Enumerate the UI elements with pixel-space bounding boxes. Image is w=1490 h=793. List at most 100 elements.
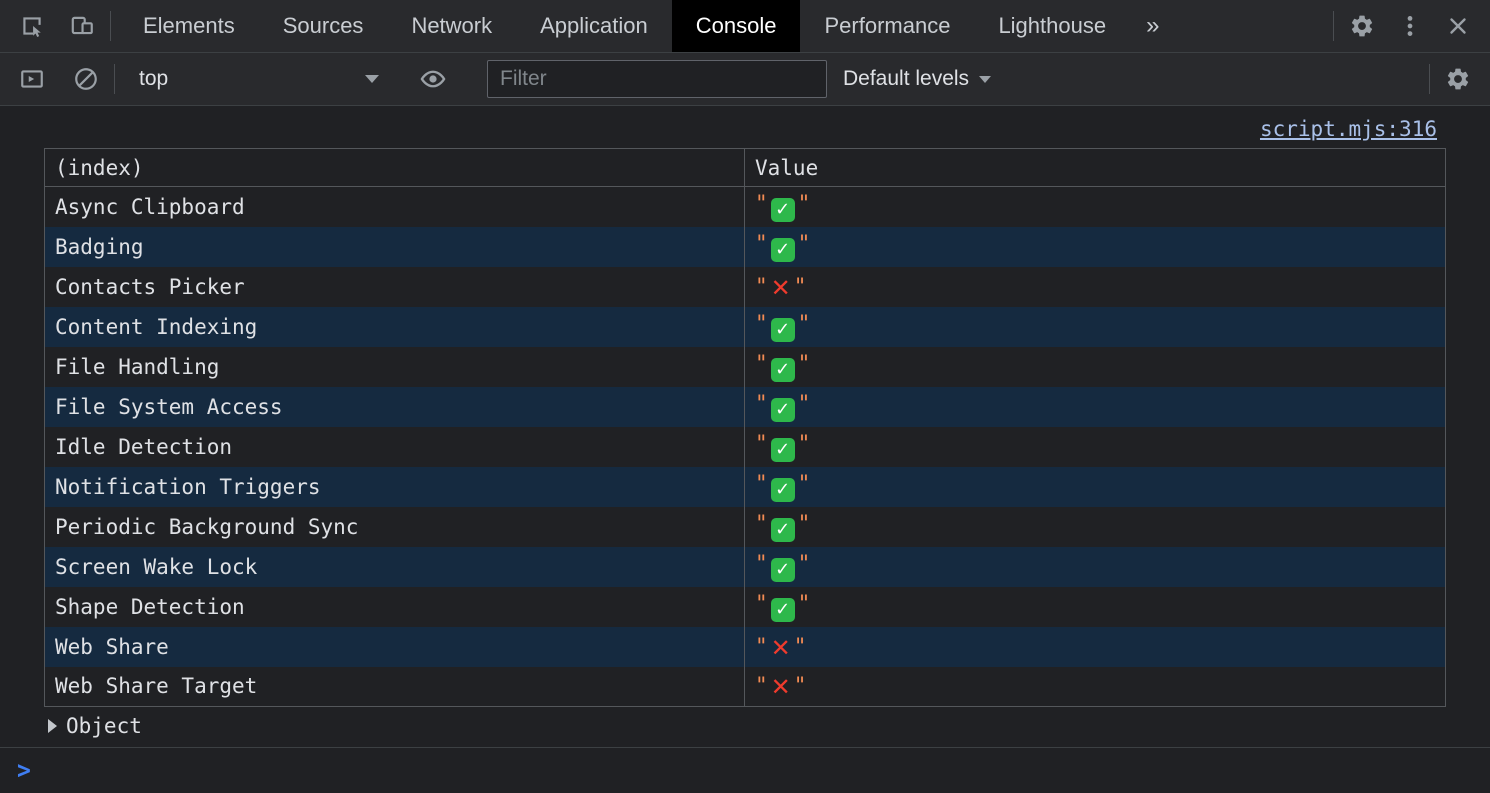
string-quote: " <box>798 551 811 575</box>
string-quote: " <box>755 431 768 455</box>
string-quote: " <box>755 351 768 375</box>
feature-value-cell: "✓" <box>745 387 1446 427</box>
string-quote: " <box>794 673 807 697</box>
feature-name-cell: Periodic Background Sync <box>45 507 745 547</box>
string-quote: " <box>798 391 811 415</box>
object-preview-row[interactable]: Object <box>0 707 1490 747</box>
feature-status-icon: ✓ <box>771 398 795 422</box>
feature-value-cell: "✓" <box>745 587 1446 627</box>
toolbar-divider <box>114 64 115 94</box>
gear-icon <box>1445 66 1471 92</box>
tab-sources[interactable]: Sources <box>259 0 388 52</box>
feature-name-cell: Contacts Picker <box>45 267 745 307</box>
string-quote: " <box>755 673 768 697</box>
feature-status-icon: ✓ <box>771 598 795 622</box>
string-quote: " <box>794 274 807 298</box>
inspect-element-button[interactable] <box>12 6 52 46</box>
string-quote: " <box>794 634 807 658</box>
table-row: Web Share Target "✕" <box>45 667 1446 707</box>
feature-value-cell: "✓" <box>745 507 1446 547</box>
clear-console-button[interactable] <box>66 59 106 99</box>
feature-status-icon: ✓ <box>771 558 795 582</box>
feature-value-cell: "✓" <box>745 467 1446 507</box>
table-row: Notification Triggers "✓" <box>45 467 1446 507</box>
feature-value-cell: "✓" <box>745 227 1446 267</box>
tab-console[interactable]: Console <box>672 0 801 52</box>
feature-name-cell: File Handling <box>45 347 745 387</box>
string-quote: " <box>798 311 811 335</box>
feature-value-cell: "✕" <box>745 627 1446 667</box>
string-quote: " <box>755 391 768 415</box>
expand-arrow-icon <box>48 719 57 733</box>
console-settings-button[interactable] <box>1438 59 1478 99</box>
console-toolbar: top Default levels <box>0 53 1490 106</box>
tab-elements[interactable]: Elements <box>119 0 259 52</box>
toolbar-divider <box>1429 64 1430 94</box>
execution-context-selector[interactable]: top <box>127 67 391 91</box>
index-column-header: (index) <box>45 149 745 187</box>
console-filter-input[interactable] <box>487 60 827 98</box>
table-header-row: (index) Value <box>45 149 1446 187</box>
feature-status-icon: ✓ <box>771 438 795 462</box>
string-quote: " <box>798 231 811 255</box>
console-table: (index) Value Async Clipboard "✓" Badgin… <box>44 148 1446 707</box>
table-row: File Handling "✓" <box>45 347 1446 387</box>
string-quote: " <box>755 634 768 658</box>
string-quote: " <box>755 591 768 615</box>
more-tabs-button[interactable]: » <box>1130 0 1175 52</box>
feature-value-cell: "✓" <box>745 187 1446 227</box>
source-file-link[interactable]: script.mjs:316 <box>1260 116 1437 142</box>
console-messages-area: script.mjs:316 (index) Value Async Clipb… <box>0 106 1490 790</box>
log-levels-label: Default levels <box>843 67 969 91</box>
string-quote: " <box>798 351 811 375</box>
chevron-down-icon <box>979 76 991 83</box>
feature-name-cell: Async Clipboard <box>45 187 745 227</box>
string-quote: " <box>798 191 811 215</box>
feature-name-cell: Content Indexing <box>45 307 745 347</box>
devtools-menu-button[interactable] <box>1390 6 1430 46</box>
feature-name-cell: Screen Wake Lock <box>45 547 745 587</box>
toolbar-divider <box>1333 11 1334 41</box>
value-column-header: Value <box>745 149 1446 187</box>
close-icon <box>1445 13 1471 39</box>
feature-table-body: Async Clipboard "✓" Badging "✓" Contacts… <box>45 187 1446 707</box>
feature-value-cell: "✕" <box>745 667 1446 707</box>
feature-value-cell: "✓" <box>745 547 1446 587</box>
feature-name-cell: File System Access <box>45 387 745 427</box>
table-row: Screen Wake Lock "✓" <box>45 547 1446 587</box>
devtools-window: { "devtools": { "tabs": ["Elements", "So… <box>0 0 1490 792</box>
eye-icon <box>419 65 447 93</box>
chevron-down-icon <box>365 75 379 83</box>
console-sidebar-toggle-button[interactable] <box>12 59 52 99</box>
feature-status-icon: ✓ <box>771 358 795 382</box>
string-quote: " <box>755 191 768 215</box>
live-expression-button[interactable] <box>413 59 453 99</box>
kebab-menu-icon <box>1397 13 1423 39</box>
feature-value-cell: "✓" <box>745 347 1446 387</box>
tab-network[interactable]: Network <box>387 0 516 52</box>
table-row: Content Indexing "✓" <box>45 307 1446 347</box>
console-sidebar-icon <box>19 66 45 92</box>
string-quote: " <box>755 311 768 335</box>
toolbar-divider <box>110 11 111 41</box>
table-row: Web Share "✕" <box>45 627 1446 667</box>
devtools-settings-button[interactable] <box>1342 6 1382 46</box>
devtools-tabbar: Elements Sources Network Application Con… <box>0 0 1490 53</box>
close-devtools-button[interactable] <box>1438 6 1478 46</box>
string-quote: " <box>755 471 768 495</box>
device-toolbar-button[interactable] <box>62 6 102 46</box>
table-row: File System Access "✓" <box>45 387 1446 427</box>
table-row: Idle Detection "✓" <box>45 427 1446 467</box>
console-prompt[interactable]: > <box>0 747 1490 793</box>
feature-name-cell: Web Share <box>45 627 745 667</box>
tab-lighthouse[interactable]: Lighthouse <box>974 0 1130 52</box>
log-levels-selector[interactable]: Default levels <box>843 67 991 91</box>
gear-icon <box>1349 13 1375 39</box>
object-preview-label: Object <box>66 714 142 738</box>
feature-value-cell: "✕" <box>745 267 1446 307</box>
feature-name-cell: Web Share Target <box>45 667 745 707</box>
tab-application[interactable]: Application <box>516 0 672 52</box>
execution-context-label: top <box>139 67 168 91</box>
feature-status-icon: ✓ <box>771 198 795 222</box>
tab-performance[interactable]: Performance <box>800 0 974 52</box>
